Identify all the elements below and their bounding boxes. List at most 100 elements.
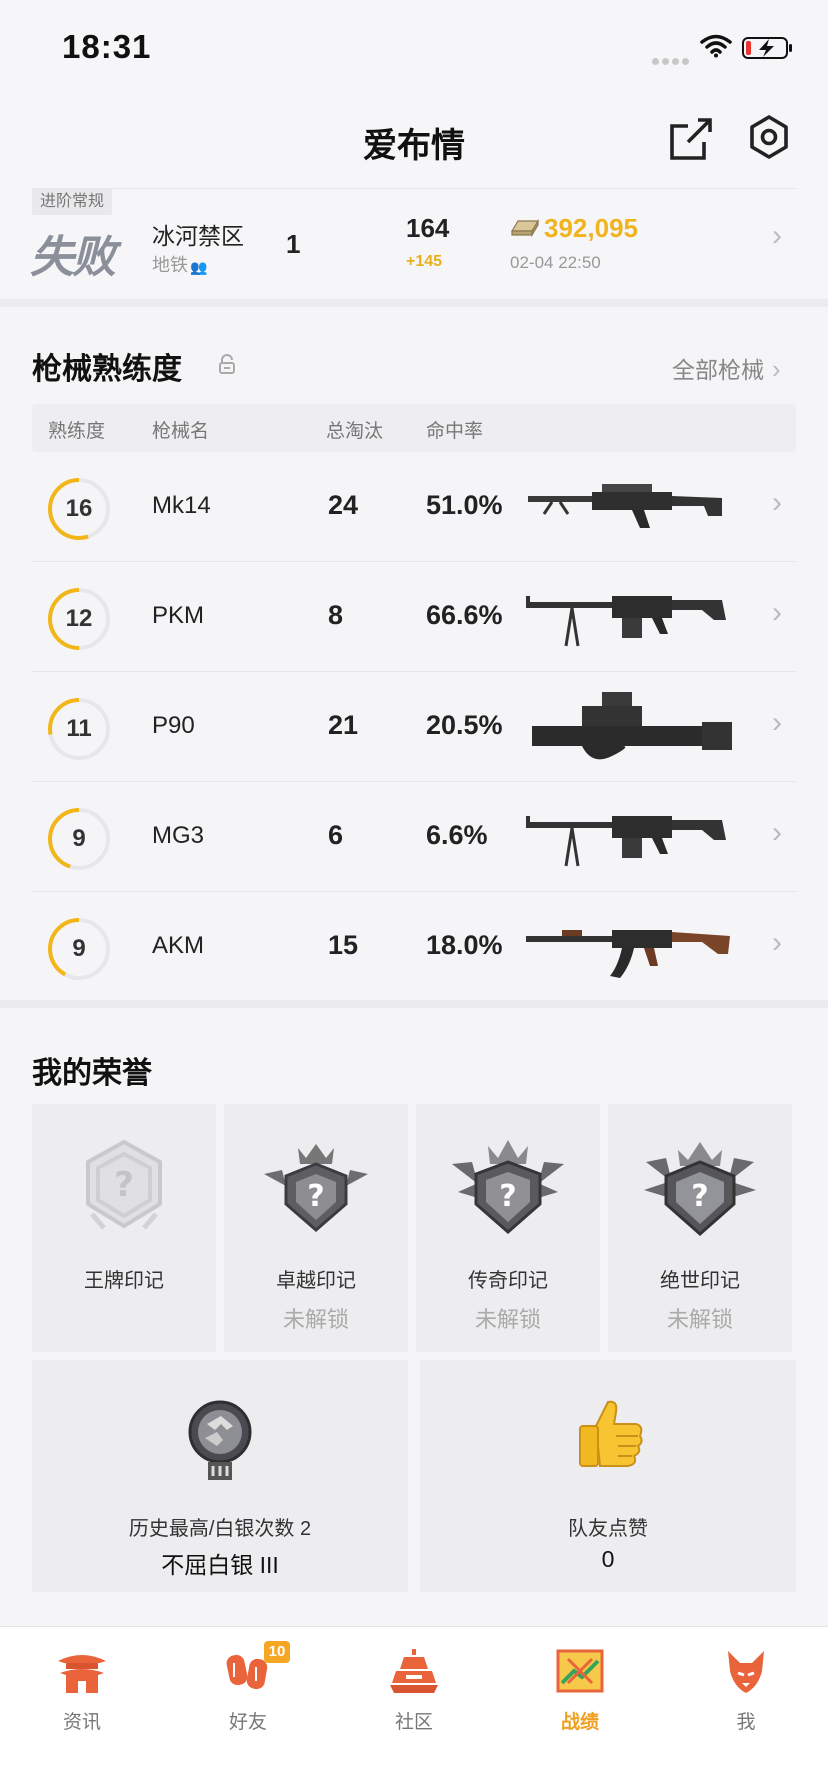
svg-text:?: ? [499, 1179, 516, 1214]
squad-icon: 👥 [190, 259, 208, 275]
weapon-name: MG3 [152, 822, 205, 849]
section-divider [0, 1000, 828, 1008]
status-time: 18:31 [62, 28, 152, 65]
proficiency-level: 9 [72, 935, 86, 962]
bottom-tab-bar: 资讯 10 好友 社区 战绩 我 [0, 1626, 828, 1792]
weapon-accuracy: 20.5% [426, 710, 503, 740]
weapon-accuracy: 66.6% [426, 600, 503, 630]
thumbs-up-icon [579, 1400, 643, 1467]
tab-news[interactable]: 资讯 [22, 1647, 142, 1734]
svg-text:?: ? [114, 1165, 134, 1205]
match-coins: 392,095 [544, 213, 638, 243]
gold-bar-icon [510, 218, 540, 237]
honor-status: 未解锁 [666, 1307, 733, 1332]
friends-badge: 10 [264, 1641, 290, 1663]
lock-icon[interactable] [218, 354, 236, 374]
record-scroll-icon [556, 1649, 604, 1693]
weapons-section-title: 枪械熟练度 [32, 353, 182, 386]
teammate-likes-card[interactable]: 队友点赞 0 [420, 1360, 796, 1592]
profile-fox-icon [728, 1651, 764, 1693]
tab-label: 好友 [228, 1712, 267, 1733]
weapon-accuracy: 6.6% [426, 820, 488, 850]
tab-community[interactable]: 社区 [354, 1647, 474, 1734]
chevron-right-icon: › [772, 354, 781, 384]
weapon-row[interactable]: 9 AKM 15 18.0% › [32, 892, 796, 1002]
proficiency-level: 11 [66, 715, 92, 742]
chevron-right-icon: › [772, 706, 782, 739]
tab-record[interactable]: 战绩 [520, 1647, 640, 1734]
excellence-badge-icon: ? [264, 1144, 368, 1232]
weapon-accuracy: 51.0% [426, 490, 503, 520]
signal-dots-icon [652, 52, 692, 70]
rank-history-value: 不屈白银 III [161, 1552, 279, 1578]
weapon-kills: 21 [328, 710, 359, 740]
honor-card-excellence[interactable]: ? 卓越印记 未解锁 [224, 1104, 408, 1352]
weapon-kills: 24 [328, 490, 359, 520]
svg-text:?: ? [691, 1179, 708, 1214]
chevron-right-icon: › [772, 486, 782, 519]
proficiency-level: 16 [65, 495, 93, 522]
smg-icon [532, 692, 732, 760]
wifi-icon [700, 34, 732, 58]
legend-badge-icon: ? [452, 1140, 564, 1234]
battery-charging-icon [742, 37, 792, 59]
weapon-name: Mk14 [152, 492, 211, 519]
match-result: 失败 [30, 233, 116, 282]
tab-label: 战绩 [560, 1712, 599, 1733]
honor-name: 绝世印记 [660, 1270, 740, 1292]
honor-name: 传奇印记 [468, 1270, 548, 1292]
col-accuracy: 命中率 [426, 421, 484, 442]
col-weapon-name: 枪械名 [152, 421, 210, 442]
honor-name: 王牌印记 [84, 1270, 164, 1292]
status-bar: 18:31 [0, 0, 828, 90]
weapon-kills: 8 [328, 600, 344, 630]
weapon-row[interactable]: 9 MG3 6 6.6% › [32, 782, 796, 892]
news-pagoda-icon [58, 1655, 106, 1693]
weapons-table-header: 熟练度 枪械名 总淘汰 命中率 [32, 404, 796, 452]
section-divider [0, 299, 828, 307]
tab-friends[interactable]: 10 好友 [188, 1641, 308, 1734]
teammate-likes-label: 队友点赞 [568, 1518, 648, 1540]
weapon-row[interactable]: 16 Mk14 24 51.0% › [32, 452, 796, 562]
match-rank: 1 [286, 229, 301, 259]
machine-gun-icon [526, 816, 726, 867]
weapon-accuracy: 18.0% [426, 930, 503, 960]
col-proficiency: 熟练度 [48, 421, 106, 442]
settings-icon[interactable] [746, 114, 792, 160]
silver-rank-icon [188, 1400, 252, 1480]
share-icon[interactable] [668, 116, 714, 162]
all-weapons-label: 全部枪械 [672, 357, 764, 383]
marksman-rifle-icon [528, 484, 722, 528]
tab-label: 资讯 [62, 1712, 101, 1733]
honor-status: 未解锁 [474, 1307, 541, 1332]
honor-card-supreme[interactable]: ? 绝世印记 未解锁 [608, 1104, 792, 1352]
weapon-name: AKM [152, 932, 205, 959]
tab-label: 社区 [394, 1712, 433, 1733]
machine-gun-icon [526, 596, 726, 647]
honor-status: 未解锁 [282, 1307, 349, 1332]
honor-name: 卓越印记 [276, 1270, 356, 1292]
ace-badge-icon: ? [86, 1139, 162, 1230]
weapon-row[interactable]: 12 PKM 8 66.6% › [32, 562, 796, 672]
last-match-row[interactable]: 进阶常规 失败 冰河禁区 地铁 👥 1 164 +145 392,095 02-0… [0, 189, 828, 299]
chevron-right-icon: › [772, 219, 782, 252]
top-header: 爱布情 [0, 90, 828, 188]
teammate-likes-value: 0 [601, 1546, 615, 1572]
assault-rifle-icon [526, 930, 730, 978]
all-weapons-link[interactable]: 全部枪械 › [672, 351, 781, 385]
chevron-right-icon: › [772, 926, 782, 959]
svg-text:?: ? [307, 1179, 324, 1214]
match-submode-label: 地铁 [152, 255, 188, 275]
rank-history-label: 历史最高/白银次数 2 [128, 1518, 312, 1540]
weapon-row[interactable]: 11 P90 21 20.5% › [32, 672, 796, 782]
honor-card-legend[interactable]: ? 传奇印记 未解锁 [416, 1104, 600, 1352]
rank-history-card[interactable]: 历史最高/白银次数 2 不屈白银 III [32, 1360, 408, 1592]
honors-section-title: 我的荣誉 [32, 1057, 152, 1090]
match-submode: 地铁 👥 [152, 251, 208, 277]
match-score-delta: +145 [406, 253, 443, 270]
tab-me[interactable]: 我 [686, 1647, 806, 1734]
honor-card-ace[interactable]: ? 王牌印记 [32, 1104, 216, 1352]
weapon-kills: 15 [328, 930, 359, 960]
tab-label: 我 [736, 1712, 756, 1733]
weapon-name: P90 [152, 712, 195, 739]
